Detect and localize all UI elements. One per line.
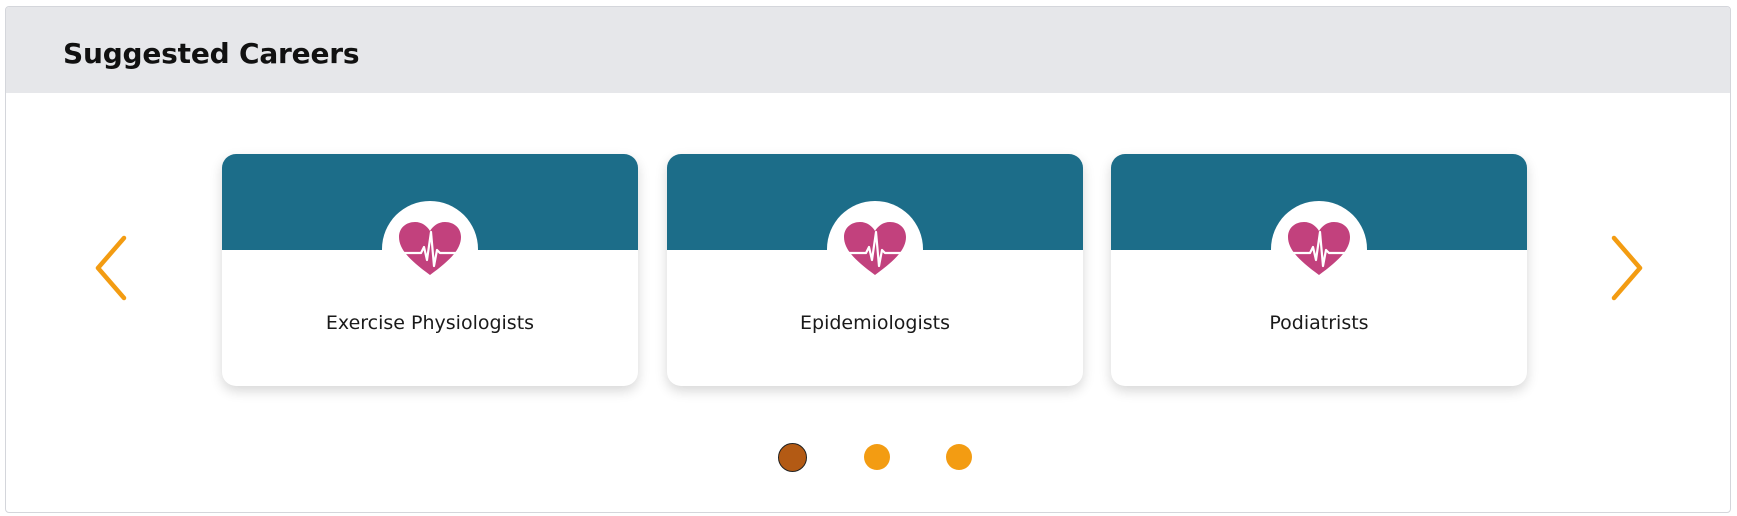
carousel-pagination — [6, 443, 1730, 474]
card-label: Podiatrists — [1269, 312, 1369, 334]
carousel-next-button[interactable] — [1606, 232, 1656, 312]
career-card[interactable]: Exercise Physiologists — [222, 154, 638, 386]
career-cards: Exercise Physiologists Epidemiologists P… — [222, 154, 1528, 394]
panel-header: Suggested Careers — [6, 7, 1730, 93]
pagination-dot-3[interactable] — [946, 444, 972, 470]
pagination-dot-1[interactable] — [778, 443, 807, 472]
chevron-left-icon — [95, 235, 127, 301]
career-card[interactable]: Podiatrists — [1111, 154, 1527, 386]
chevron-right-icon — [1611, 235, 1643, 301]
pagination-dot-2[interactable] — [864, 444, 890, 470]
heart-pulse-icon — [827, 201, 923, 297]
heart-pulse-icon — [382, 201, 478, 297]
career-card[interactable]: Epidemiologists — [667, 154, 1083, 386]
suggested-careers-panel: Suggested Careers Exercise Physiologists — [5, 6, 1731, 513]
heart-pulse-icon — [1271, 201, 1367, 297]
panel-title: Suggested Careers — [63, 37, 360, 70]
carousel-prev-button[interactable] — [94, 232, 144, 312]
card-label: Epidemiologists — [800, 312, 950, 334]
card-label: Exercise Physiologists — [325, 312, 535, 334]
